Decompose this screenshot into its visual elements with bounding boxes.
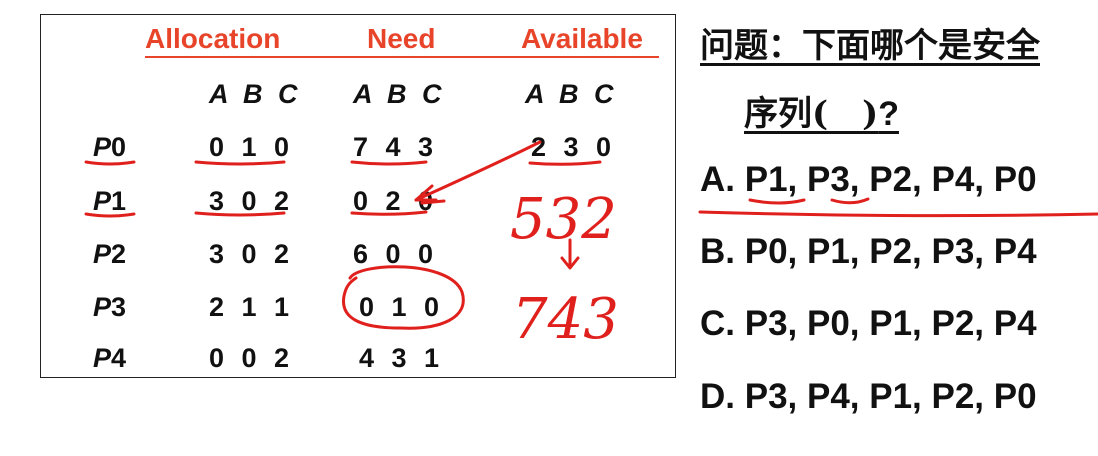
allocation-p2: 3 0 2: [209, 239, 295, 269]
header-underline: [145, 56, 659, 58]
allocation-p3: 2 1 1: [209, 292, 295, 322]
allocation-p1: 3 0 2: [209, 186, 295, 216]
need-p4: 4 3 1: [359, 343, 445, 373]
process-label-p0: P0: [93, 132, 127, 162]
need-p0: 7 4 3: [353, 132, 439, 162]
allocation-p4: 0 0 2: [209, 343, 295, 373]
process-label-p2: P2: [93, 239, 127, 269]
question-line2: 序列( )?: [744, 94, 899, 134]
allocation-p0: 0 1 0: [209, 132, 295, 162]
underline-option-p1: [748, 198, 806, 205]
process-label-p1: P1: [93, 186, 127, 216]
available-p0: 2 3 0: [531, 132, 617, 162]
resource-table: Allocation Need Available A B C A B C A …: [40, 14, 676, 378]
need-abc-label: A B C: [353, 79, 446, 109]
underline-option-a: [698, 210, 1098, 218]
process-label-p3: P3: [93, 292, 127, 322]
available-abc-label: A B C: [525, 79, 618, 109]
header-allocation: Allocation: [145, 23, 281, 54]
need-p1: 0 2 0: [353, 186, 439, 216]
option-a[interactable]: A. P1, P3, P2, P4, P0: [700, 160, 1037, 200]
question-line1: 问题：下面哪个是安全: [700, 26, 1040, 66]
option-c[interactable]: C. P3, P0, P1, P2, P4: [700, 304, 1037, 344]
process-label-p4: P4: [93, 343, 127, 373]
option-b[interactable]: B. P0, P1, P2, P3, P4: [700, 232, 1037, 272]
allocation-abc-label: A B C: [209, 79, 302, 109]
header-available: Available: [521, 23, 643, 54]
need-p3: 0 1 0: [359, 292, 445, 322]
option-d[interactable]: D. P3, P4, P1, P2, P0: [700, 377, 1037, 417]
header-need: Need: [367, 23, 436, 54]
need-p2: 6 0 0: [353, 239, 439, 269]
